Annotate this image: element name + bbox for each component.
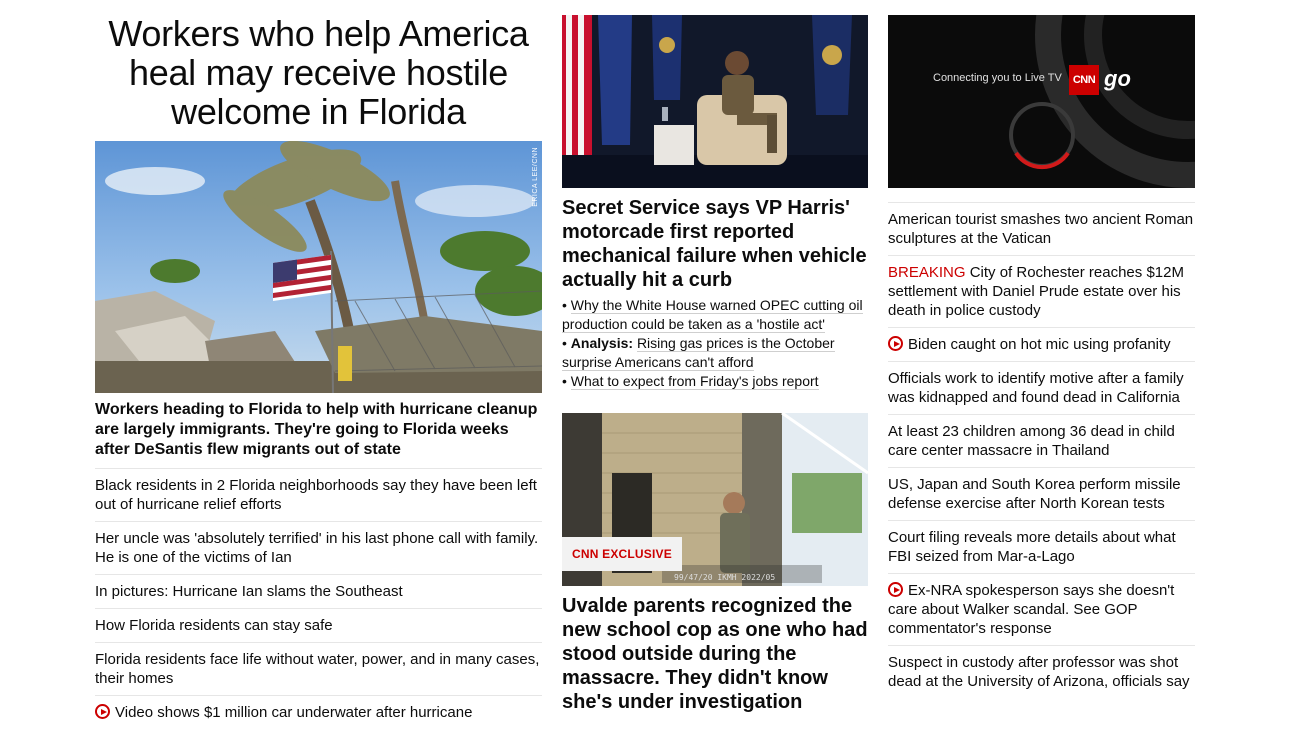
play-video-icon [888,336,903,351]
list-item[interactable]: Florida residents face life without wate… [95,643,542,696]
loading-spinner-icon [1009,102,1075,170]
list-item[interactable]: How Florida residents can stay safe [95,609,542,643]
uvalde-photo[interactable]: 99/47/20 IKMH 2022/05 CNN EXCLUSIVE [562,413,868,586]
list-item-text: In pictures: Hurricane Ian slams the Sou… [95,583,403,600]
list-item-text: Court filing reveals more details about … [888,529,1176,565]
list-item-text: Florida residents face life without wate… [95,651,540,687]
list-item-text: Suspect in custody after professor was s… [888,654,1190,690]
cnn-logo-icon: CNN [1069,65,1099,95]
list-item-text: At least 23 children among 36 dead in ch… [888,423,1175,459]
go-logo-text: go [1104,66,1131,91]
list-item-text: Her uncle was 'absolutely terrified' in … [95,530,539,566]
related-link[interactable]: • Why the White House warned OPEC cuttin… [562,296,868,334]
lead-story-link[interactable]: Workers heading to Florida to help with … [95,400,542,469]
harris-photo-art [562,15,868,188]
list-item-text: Video shows $1 million car underwater af… [115,704,473,721]
list-item[interactable]: At least 23 children among 36 dead in ch… [888,415,1195,468]
breaking-label: BREAKING [888,264,966,281]
list-item[interactable]: Her uncle was 'absolutely terrified' in … [95,522,542,575]
hurricane-photo-art [95,141,542,393]
right-column: Connecting you to Live TV CNN go America… [888,0,1195,698]
list-item-text: American tourist smashes two ancient Rom… [888,211,1194,247]
play-video-icon [888,582,903,597]
list-item[interactable]: BREAKING City of Rochester reaches $12M … [888,256,1195,328]
left-column: Workers who help America heal may receiv… [95,0,542,729]
list-item[interactable]: Video shows $1 million car underwater af… [95,696,542,729]
photo-credit: ERICA LEE/CNN [532,147,539,207]
list-item[interactable]: Ex-NRA spokesperson says she doesn't car… [888,574,1195,646]
list-item-text: Black residents in 2 Florida neighborhoo… [95,477,537,513]
harris-photo[interactable] [562,15,868,188]
list-item-text: Biden caught on hot mic using profanity [908,336,1171,353]
hurricane-photo[interactable]: ERICA LEE/CNN [95,141,542,393]
related-link-text: Why the White House warned OPEC cutting … [562,297,863,333]
list-item[interactable]: Biden caught on hot mic using profanity [888,328,1195,362]
list-item[interactable]: Black residents in 2 Florida neighborhoo… [95,469,542,522]
uvalde-headline[interactable]: Uvalde parents recognized the new school… [562,594,868,714]
list-item[interactable]: US, Japan and South Korea perform missil… [888,468,1195,521]
related-link[interactable]: • Analysis: Rising gas prices is the Oct… [562,334,868,372]
related-link-text: What to expect from Friday's jobs report [570,373,819,390]
harris-headline[interactable]: Secret Service says VP Harris' motorcade… [562,196,868,292]
related-links: • Why the White House warned OPEC cuttin… [562,296,868,391]
live-tv-status: Connecting you to Live TV [933,72,1062,84]
list-item[interactable]: Suspect in custody after professor was s… [888,646,1195,698]
related-link[interactable]: • What to expect from Friday's jobs repo… [562,372,868,391]
list-item-text: Officials work to identify motive after … [888,370,1184,406]
right-story-list: American tourist smashes two ancient Rom… [888,202,1195,698]
play-video-icon [95,704,110,719]
list-item-text: How Florida residents can stay safe [95,617,333,634]
list-item[interactable]: American tourist smashes two ancient Rom… [888,203,1195,256]
exclusive-badge: CNN EXCLUSIVE [562,537,682,571]
middle-column: Secret Service says VP Harris' motorcade… [562,0,868,714]
list-item[interactable]: Court filing reveals more details about … [888,521,1195,574]
camera-timestamp: 99/47/20 IKMH 2022/05 [674,573,776,582]
list-item-text: US, Japan and South Korea perform missil… [888,476,1181,512]
list-item-text: Ex-NRA spokesperson says she doesn't car… [888,582,1175,637]
left-story-list: Black residents in 2 Florida neighborhoo… [95,469,542,729]
analysis-label: Analysis: [570,335,634,351]
list-item[interactable]: In pictures: Hurricane Ian slams the Sou… [95,575,542,609]
live-tv-player[interactable]: Connecting you to Live TV CNN go [888,15,1195,188]
list-item[interactable]: Officials work to identify motive after … [888,362,1195,415]
main-headline[interactable]: Workers who help America heal may receiv… [95,14,542,131]
